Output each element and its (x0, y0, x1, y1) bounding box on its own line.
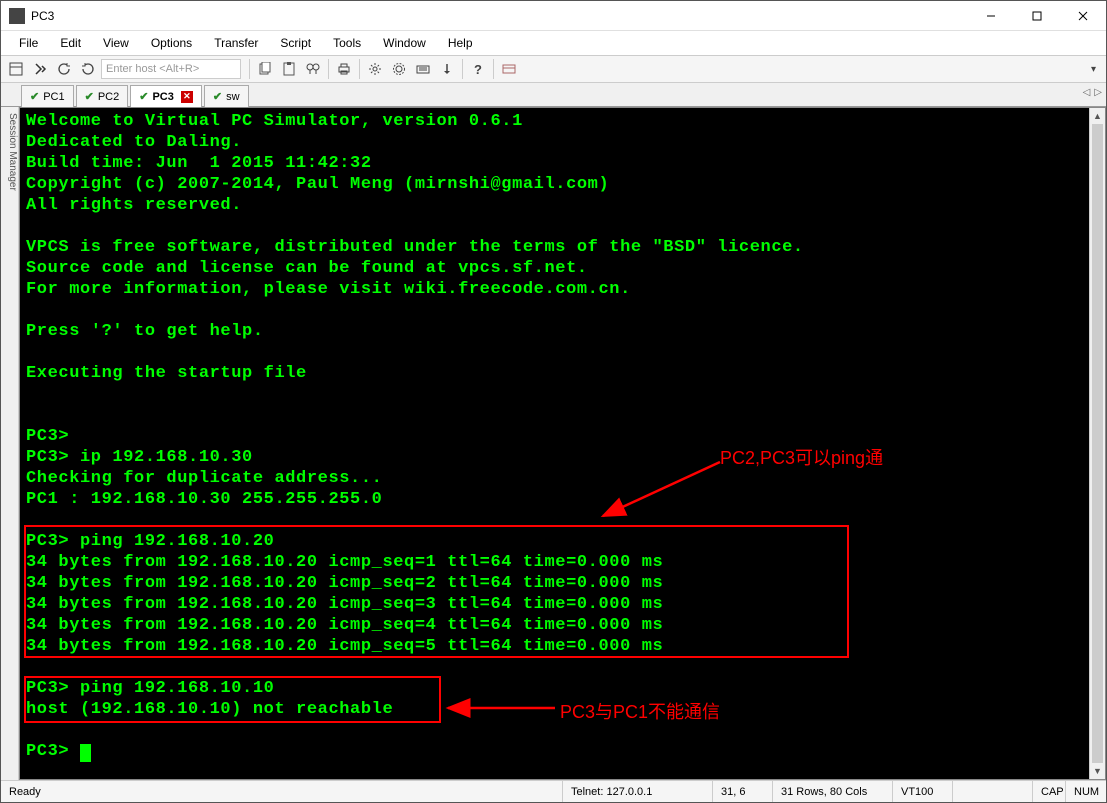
ruler-icon[interactable] (436, 58, 458, 80)
window-title: PC3 (31, 9, 968, 23)
status-bar: Ready Telnet: 127.0.0.1 31, 6 31 Rows, 8… (1, 780, 1106, 802)
status-connection: Telnet: 127.0.0.1 (563, 781, 713, 802)
menu-view[interactable]: View (95, 34, 137, 52)
menu-options[interactable]: Options (143, 34, 200, 52)
menu-file[interactable]: File (11, 34, 46, 52)
close-button[interactable] (1060, 1, 1106, 30)
check-icon: ✔ (85, 90, 94, 103)
check-icon: ✔ (30, 90, 39, 103)
close-tab-icon[interactable]: ✕ (181, 91, 193, 103)
tab-prev[interactable]: ◁ (1083, 87, 1091, 98)
quick-connect-icon[interactable] (29, 58, 51, 80)
check-icon: ✔ (213, 90, 222, 103)
toolbar: Enter host <Alt+R> ? ▾ (1, 55, 1106, 83)
settings-icon[interactable] (364, 58, 386, 80)
toolbar-sep3 (359, 59, 360, 79)
menu-help[interactable]: Help (440, 34, 481, 52)
print-icon[interactable] (333, 58, 355, 80)
paste-icon[interactable] (278, 58, 300, 80)
gear-icon[interactable] (388, 58, 410, 80)
window-titlebar: PC3 (1, 1, 1106, 31)
minimize-button[interactable] (968, 1, 1014, 30)
check-icon: ✔ (139, 90, 148, 103)
tab-label: PC2 (98, 91, 119, 103)
terminal-output: Welcome to Virtual PC Simulator, version… (20, 108, 1105, 765)
menu-transfer[interactable]: Transfer (206, 34, 266, 52)
toolbar-sep2 (328, 59, 329, 79)
help-icon[interactable]: ? (467, 58, 489, 80)
menubar: File Edit View Options Transfer Script T… (1, 31, 1106, 55)
find-icon[interactable] (302, 58, 324, 80)
tab-next[interactable]: ▷ (1094, 87, 1102, 98)
host-input[interactable]: Enter host <Alt+R> (101, 59, 241, 79)
host-placeholder: Enter host <Alt+R> (106, 63, 199, 75)
terminal-scrollbar[interactable]: ▲ ▼ (1089, 108, 1105, 779)
tab-label: sw (226, 91, 239, 103)
session-mgr-icon[interactable] (5, 58, 27, 80)
tab-pc3[interactable]: ✔ PC3 ✕ (130, 85, 202, 107)
session-manager-strip[interactable]: Session Manager (1, 107, 19, 780)
toolbar-sep5 (493, 59, 494, 79)
tab-pc1[interactable]: ✔ PC1 (21, 85, 74, 107)
scroll-up-icon[interactable]: ▲ (1090, 108, 1105, 124)
terminal-area[interactable]: Welcome to Virtual PC Simulator, version… (19, 107, 1106, 780)
status-blank (953, 781, 1033, 802)
copy-icon[interactable] (254, 58, 276, 80)
status-num: NUM (1066, 781, 1106, 802)
app-icon (9, 8, 25, 24)
tab-pc2[interactable]: ✔ PC2 (76, 85, 129, 107)
maximize-button[interactable] (1014, 1, 1060, 30)
menu-edit[interactable]: Edit (52, 34, 89, 52)
status-cursor-pos: 31, 6 (713, 781, 773, 802)
reconnect-icon[interactable] (53, 58, 75, 80)
disconnect-icon[interactable] (77, 58, 99, 80)
tab-label: PC3 (152, 91, 173, 103)
status-cap: CAP (1033, 781, 1066, 802)
keymap-icon[interactable] (412, 58, 434, 80)
status-ready: Ready (1, 781, 563, 802)
tab-bar: ✔ PC1 ✔ PC2 ✔ PC3 ✕ ✔ sw ◁▷ (1, 83, 1106, 107)
status-emulation: VT100 (893, 781, 953, 802)
toolbar-sep4 (462, 59, 463, 79)
menu-tools[interactable]: Tools (325, 34, 369, 52)
toolbar-overflow[interactable]: ▾ (1085, 64, 1102, 75)
menu-window[interactable]: Window (375, 34, 434, 52)
tab-sw[interactable]: ✔ sw (204, 85, 249, 107)
extra-icon[interactable] (498, 58, 520, 80)
toolbar-sep1 (249, 59, 250, 79)
status-size: 31 Rows, 80 Cols (773, 781, 893, 802)
svg-text:?: ? (474, 62, 482, 76)
tab-label: PC1 (43, 91, 64, 103)
menu-script[interactable]: Script (272, 34, 319, 52)
scroll-down-icon[interactable]: ▼ (1090, 763, 1105, 779)
